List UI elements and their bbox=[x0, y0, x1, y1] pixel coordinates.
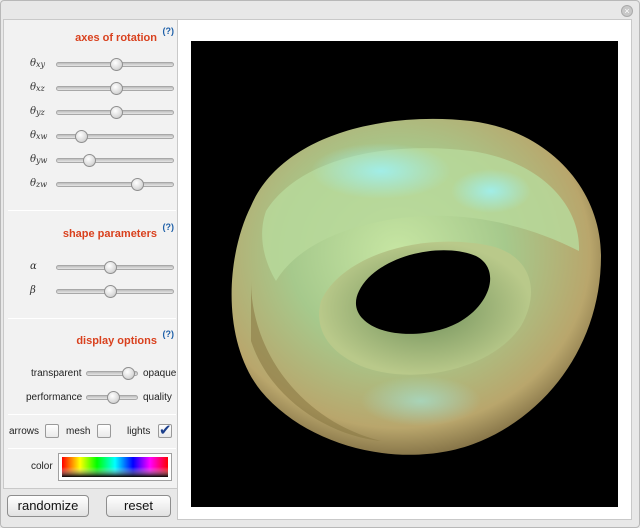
slider-label: α bbox=[30, 261, 37, 272]
slider-label: θxy bbox=[30, 58, 46, 69]
divider bbox=[8, 318, 176, 319]
slider-track[interactable] bbox=[56, 106, 174, 119]
slider-thumb[interactable] bbox=[104, 261, 118, 274]
opacity-slider-thumb[interactable] bbox=[121, 367, 135, 380]
randomize-button[interactable]: randomize bbox=[7, 495, 89, 517]
slider-row: θyz bbox=[4, 104, 178, 120]
lights-label: lights bbox=[127, 426, 151, 437]
slider-thumb[interactable] bbox=[104, 285, 118, 298]
section-title-display: display options bbox=[76, 335, 157, 347]
slider-row: θyw bbox=[4, 152, 178, 168]
slider-label: β bbox=[30, 285, 36, 296]
torus-render bbox=[231, 118, 602, 455]
help-icon-shape[interactable]: (?) bbox=[163, 222, 175, 232]
slider-row: θxz bbox=[4, 80, 178, 96]
slider-row: β bbox=[4, 283, 178, 299]
opacity-right-label: opaque bbox=[143, 368, 177, 379]
slider-track[interactable] bbox=[56, 285, 174, 298]
slider-row: θxw bbox=[4, 128, 178, 144]
help-icon-rotation[interactable]: (?) bbox=[163, 26, 175, 36]
checkbox-row: arrows mesh lights ✔ bbox=[4, 422, 178, 440]
slider-thumb[interactable] bbox=[131, 178, 145, 191]
app-window: × axes of rotation (?) θxy θxz θyz θxw θyw θz… bbox=[0, 0, 640, 528]
opacity-slider[interactable] bbox=[86, 367, 138, 380]
slider-track[interactable] bbox=[56, 130, 174, 143]
slider-thumb[interactable] bbox=[74, 130, 88, 143]
slider-thumb[interactable] bbox=[82, 154, 96, 167]
close-icon[interactable]: × bbox=[621, 5, 633, 17]
arrows-checkbox[interactable] bbox=[45, 424, 59, 438]
slider-track[interactable] bbox=[56, 82, 174, 95]
slider-row: θxy bbox=[4, 56, 178, 72]
slider-label: θxz bbox=[30, 82, 45, 93]
slider-row: θzw bbox=[4, 176, 178, 192]
slider-label: θxw bbox=[30, 130, 48, 141]
color-spectrum bbox=[62, 457, 168, 477]
section-title-shape: shape parameters bbox=[62, 228, 157, 240]
reset-button[interactable]: reset bbox=[106, 495, 171, 517]
quality-left-label: performance bbox=[26, 392, 83, 403]
slider-track[interactable] bbox=[56, 178, 174, 191]
slider-label: θyw bbox=[30, 154, 48, 165]
divider bbox=[8, 210, 176, 211]
color-gradient-picker[interactable] bbox=[58, 453, 172, 481]
quality-slider-row: performance quality bbox=[4, 389, 178, 405]
slider-label: θzw bbox=[30, 178, 48, 189]
slider-label: θyz bbox=[30, 106, 45, 117]
divider bbox=[8, 414, 176, 415]
3d-canvas[interactable] bbox=[191, 41, 618, 507]
opacity-left-label: transparent bbox=[31, 368, 82, 379]
opacity-slider-row: transparent opaque bbox=[4, 365, 178, 381]
slider-row: α bbox=[4, 259, 178, 275]
help-icon-display[interactable]: (?) bbox=[163, 329, 175, 339]
mesh-label: mesh bbox=[66, 426, 91, 437]
slider-track[interactable] bbox=[56, 154, 174, 167]
quality-slider-thumb[interactable] bbox=[107, 391, 120, 404]
controls-panel: axes of rotation (?) θxy θxz θyz θxw θyw θzw … bbox=[3, 19, 177, 489]
arrows-label: arrows bbox=[9, 426, 40, 437]
mesh-checkbox[interactable] bbox=[97, 424, 111, 438]
slider-thumb[interactable] bbox=[110, 106, 123, 119]
color-label: color bbox=[31, 461, 53, 472]
lights-checkbox[interactable]: ✔ bbox=[158, 422, 172, 439]
slider-thumb[interactable] bbox=[110, 82, 123, 95]
slider-track[interactable] bbox=[56, 58, 174, 71]
divider bbox=[8, 448, 176, 449]
slider-thumb[interactable] bbox=[110, 58, 123, 71]
checkmark-icon: ✔ bbox=[159, 422, 172, 439]
quality-right-label: quality bbox=[143, 392, 172, 403]
slider-track[interactable] bbox=[56, 261, 174, 274]
section-title-rotation: axes of rotation bbox=[75, 32, 157, 44]
quality-slider[interactable] bbox=[86, 391, 138, 404]
